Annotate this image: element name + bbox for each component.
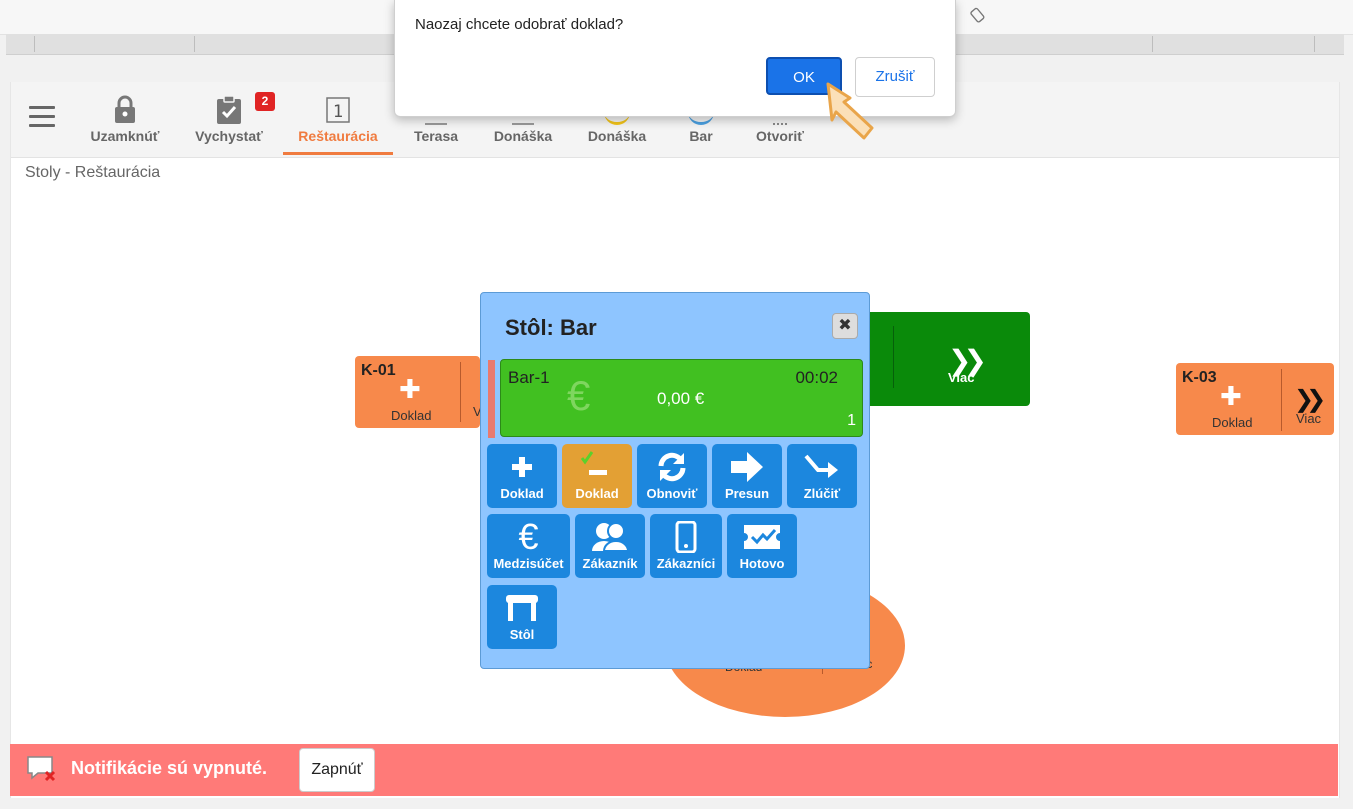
notification-bar: Notifikácie sú vypnuté. Zapnúť bbox=[10, 744, 1338, 796]
refresh-button[interactable]: Obnoviť bbox=[637, 444, 707, 508]
open-icon bbox=[773, 117, 787, 125]
toolbar-lock-button[interactable]: Uzamknúť bbox=[85, 94, 165, 154]
toolbar-label: Vychystať bbox=[195, 128, 263, 144]
dialog-message: Naozaj chcete odobrať doklad? bbox=[415, 16, 624, 33]
tab-separator bbox=[1152, 36, 1153, 52]
table-code: K-03 bbox=[1182, 369, 1217, 386]
merge-icon bbox=[804, 454, 838, 478]
table-code: K-01 bbox=[361, 362, 396, 379]
divider bbox=[460, 362, 461, 422]
table-popup: Stôl: Bar ✖ Bar-1 00:02 € 0,00 € 1 Dokla… bbox=[480, 292, 870, 669]
notification-text: Notifikácie sú vypnuté. bbox=[71, 758, 268, 778]
tab-separator bbox=[34, 36, 35, 52]
document-status-strip bbox=[488, 360, 495, 438]
svg-text:1: 1 bbox=[333, 102, 343, 122]
notification-badge: 2 bbox=[255, 92, 275, 111]
move-button[interactable]: Presun bbox=[712, 444, 782, 508]
divider bbox=[893, 326, 894, 388]
users-icon bbox=[592, 522, 630, 552]
close-icon[interactable]: ✖ bbox=[832, 313, 858, 339]
button-label: Hotovo bbox=[739, 556, 785, 571]
plus-icon[interactable]: ✚ bbox=[399, 374, 421, 405]
toolbar-prepare-button[interactable]: Vychystať 2 bbox=[187, 92, 275, 154]
subtotal-button[interactable]: € Medzisúčet bbox=[487, 514, 570, 578]
document-card[interactable]: Bar-1 00:02 € 0,00 € 1 bbox=[500, 359, 863, 437]
toolbar-label: Uzamknúť bbox=[90, 128, 160, 144]
page-bottom bbox=[0, 798, 1353, 809]
button-label: Zákazník bbox=[582, 556, 638, 571]
divider bbox=[1281, 369, 1282, 431]
done-button[interactable]: Hotovo bbox=[727, 514, 797, 578]
arrow-right-icon bbox=[731, 452, 763, 482]
more-label: Viac bbox=[948, 370, 975, 385]
ticket-check-icon bbox=[744, 525, 780, 549]
button-label: Presun bbox=[724, 486, 770, 501]
clipboard-check-icon bbox=[217, 95, 241, 124]
page-title: Stoly - Reštaurácia bbox=[25, 164, 161, 181]
add-document-label: Doklad bbox=[391, 408, 432, 423]
table-k03[interactable]: K-03 ✚ Doklad ❯❯ Viac bbox=[1176, 363, 1334, 435]
refresh-icon bbox=[658, 452, 686, 482]
toolbar-label: Terasa bbox=[413, 128, 459, 144]
button-label: Doklad bbox=[500, 486, 544, 501]
button-label: Doklad bbox=[575, 486, 619, 501]
toolbar-label: Reštaurácia bbox=[298, 128, 378, 144]
button-label: Obnoviť bbox=[646, 486, 698, 501]
popup-title: Stôl: Bar bbox=[505, 315, 597, 340]
plus-icon bbox=[512, 457, 532, 477]
table-button[interactable]: Stôl bbox=[487, 585, 557, 649]
table-icon bbox=[506, 595, 538, 621]
more-label: Viac bbox=[1296, 411, 1322, 426]
pointer-hand-icon bbox=[826, 82, 874, 140]
tab-separator bbox=[194, 36, 195, 52]
hamburger-menu-icon[interactable] bbox=[29, 106, 55, 128]
document-amount: 0,00 € bbox=[657, 389, 705, 408]
toolbar-label: Otvoriť bbox=[756, 128, 804, 144]
toolbar-label: Bar bbox=[689, 128, 713, 144]
table-k01[interactable]: K-01 ✚ Doklad V bbox=[355, 356, 482, 428]
button-label: Stôl bbox=[509, 627, 535, 642]
add-document-button[interactable]: Doklad bbox=[487, 444, 557, 508]
more-chevron-icon[interactable]: ❯❯ bbox=[1294, 385, 1326, 414]
document-time: 00:02 bbox=[795, 368, 838, 387]
phone-icon bbox=[675, 521, 697, 553]
customer-button[interactable]: Zákazník bbox=[575, 514, 645, 578]
number-1-icon: 1 bbox=[326, 97, 350, 123]
plus-icon[interactable]: ✚ bbox=[1220, 381, 1242, 412]
table-bar[interactable]: ❯❯ Viac bbox=[860, 312, 1030, 406]
notifications-off-icon bbox=[27, 756, 56, 782]
rotate-icon[interactable] bbox=[970, 6, 988, 24]
tab-separator bbox=[1314, 36, 1315, 52]
add-document-label: Doklad bbox=[1212, 415, 1253, 430]
euro-icon: € bbox=[567, 372, 591, 419]
minus-icon bbox=[580, 451, 607, 475]
toolbar-label: Donáška bbox=[587, 128, 647, 144]
document-name: Bar-1 bbox=[508, 368, 550, 387]
button-label: Zákazníci bbox=[656, 556, 716, 571]
toolbar-label: Donáška bbox=[493, 128, 553, 144]
euro-icon: € bbox=[518, 516, 539, 557]
button-label: Medzisúčet bbox=[493, 556, 564, 571]
button-label: Zlúčiť bbox=[803, 486, 841, 501]
customers-button[interactable]: Zákazníci bbox=[650, 514, 722, 578]
document-count: 1 bbox=[847, 412, 856, 429]
remove-document-button[interactable]: Doklad bbox=[562, 444, 632, 508]
lock-icon bbox=[115, 95, 135, 123]
merge-button[interactable]: Zlúčiť bbox=[787, 444, 857, 508]
tab-restauracia[interactable]: 1 Reštaurácia bbox=[283, 94, 393, 155]
enable-notifications-button[interactable]: Zapnúť bbox=[299, 748, 375, 792]
